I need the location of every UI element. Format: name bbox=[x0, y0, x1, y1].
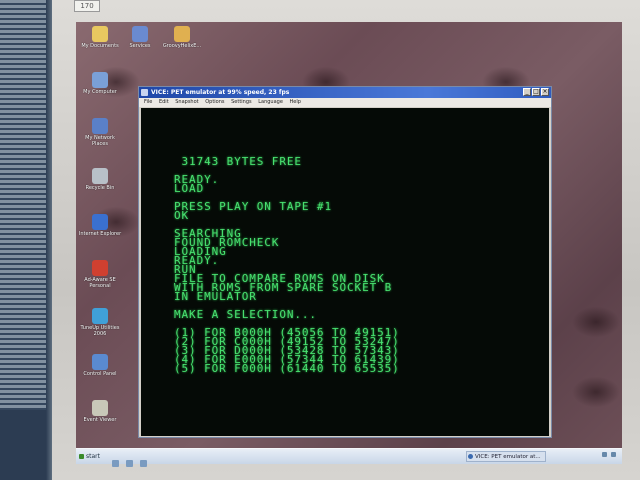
tray-network-icon[interactable] bbox=[602, 452, 608, 457]
terminal-line: READY. bbox=[174, 254, 220, 267]
menu-settings[interactable]: Settings bbox=[231, 98, 252, 107]
window-blinds bbox=[0, 0, 46, 410]
maximize-button[interactable]: □ bbox=[532, 88, 540, 96]
menu-snapshot[interactable]: Snapshot bbox=[175, 98, 198, 107]
menu-edit[interactable]: Edit bbox=[159, 98, 169, 107]
desktop-icon-recycle-bin[interactable]: Recycle Bin bbox=[78, 168, 122, 191]
start-button[interactable]: start bbox=[78, 451, 108, 462]
folder-icon bbox=[92, 26, 108, 42]
vice-app-icon bbox=[141, 89, 148, 96]
desktop-icon-tuneup-utilities[interactable]: TuneUp Utilities 2006 bbox=[78, 308, 122, 337]
desktop-icon-event-viewer[interactable]: Event Viewer bbox=[78, 400, 122, 423]
monitor-sticker: 170 bbox=[74, 0, 100, 12]
terminal-line: 31743 BYTES FREE bbox=[174, 155, 302, 168]
desktop-icon-ad-aware[interactable]: Ad-Aware SE Personal bbox=[78, 260, 122, 289]
menu-help[interactable]: Help bbox=[290, 98, 301, 107]
terminal-line: PRESS PLAY ON TAPE #1 bbox=[174, 200, 332, 213]
taskbar-button-vice[interactable]: VICE: PET emulator at... bbox=[466, 451, 546, 462]
desktop-icon-control-panel[interactable]: Control Panel bbox=[78, 354, 122, 377]
vice-emulator-window[interactable]: VICE: PET emulator at 99% speed, 23 fps … bbox=[138, 86, 552, 438]
computer-icon bbox=[92, 72, 108, 88]
terminal-output: 31743 BYTES FREE READY. LOAD PRESS PLAY … bbox=[174, 155, 400, 375]
network-icon bbox=[92, 118, 108, 134]
system-tray bbox=[558, 451, 618, 462]
menu-options[interactable]: Options bbox=[205, 98, 224, 107]
menu-file[interactable]: File bbox=[144, 98, 152, 107]
taskbar: start VICE: PET emulator at... bbox=[76, 448, 622, 467]
desktop-icon-my-computer[interactable]: My Computer bbox=[78, 72, 122, 95]
terminal-line: MAKE A SELECTION... bbox=[174, 308, 317, 321]
menu-bar: File Edit Snapshot Options Settings Lang… bbox=[139, 98, 551, 107]
recycle-bin-icon bbox=[92, 168, 108, 184]
tuneup-icon bbox=[92, 308, 108, 324]
minimize-button[interactable]: _ bbox=[523, 88, 531, 96]
folder-icon bbox=[174, 26, 190, 42]
services-icon bbox=[132, 26, 148, 42]
quick-launch-desktop-icon[interactable] bbox=[126, 460, 134, 467]
window-title: VICE: PET emulator at 99% speed, 23 fps bbox=[151, 89, 290, 96]
window-title-bar[interactable]: VICE: PET emulator at 99% speed, 23 fps … bbox=[139, 87, 551, 98]
terminal-line: (5) FOR F000H (61440 TO 65535) bbox=[174, 362, 400, 375]
quick-launch-media-icon[interactable] bbox=[140, 460, 148, 467]
control-panel-icon bbox=[92, 354, 108, 370]
terminal-line: READY. bbox=[174, 173, 220, 186]
desktop-icon-my-documents[interactable]: My Documents bbox=[78, 26, 122, 49]
close-button[interactable]: × bbox=[541, 88, 549, 96]
emulator-screen[interactable]: 31743 BYTES FREE READY. LOAD PRESS PLAY … bbox=[141, 108, 549, 436]
desktop-icon-groovyhelix[interactable]: GroovyHelixE... bbox=[160, 26, 204, 49]
menu-language[interactable]: Language bbox=[258, 98, 283, 107]
tray-volume-icon[interactable] bbox=[611, 452, 616, 457]
desktop-icon-services[interactable]: Services bbox=[118, 26, 162, 49]
event-viewer-icon bbox=[92, 400, 108, 416]
desktop-icon-my-network-places[interactable]: My Network Places bbox=[78, 118, 122, 147]
quick-launch-ie-icon[interactable] bbox=[112, 460, 119, 467]
ad-aware-icon bbox=[92, 260, 108, 276]
internet-explorer-icon bbox=[92, 214, 108, 230]
quick-launch-bar bbox=[112, 452, 172, 467]
desktop-icon-internet-explorer[interactable]: Internet Explorer bbox=[78, 214, 122, 237]
